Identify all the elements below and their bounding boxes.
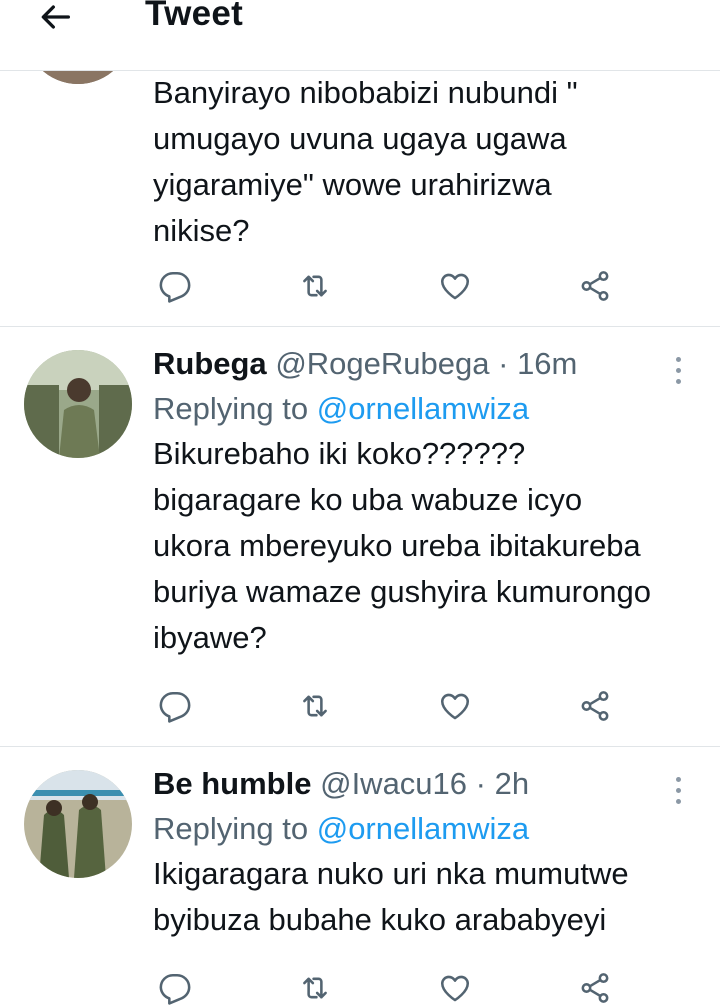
user-handle[interactable]: @RogeRubega [275,346,489,381]
share-icon [581,691,609,721]
separator: · [498,346,509,381]
retweet-icon [303,695,327,717]
like-button[interactable] [435,968,475,1008]
page-title: Tweet [145,0,244,33]
tweet-text: Ikigaragara nuko uri nka mumutwe byibuza… [153,856,629,937]
avatar[interactable] [24,770,132,878]
tweet-text: Banyirayo nibobabizi nubundi " umugayo u… [153,75,578,248]
user-handle[interactable]: @Iwacu16 [320,766,467,801]
retweet-icon [303,275,327,297]
back-button[interactable] [30,0,80,42]
heart-icon [440,273,470,300]
mention-link[interactable]: @ornellamwiza [317,391,529,426]
separator: · [475,766,486,801]
share-button[interactable] [575,266,615,306]
timestamp[interactable]: 2h [495,766,529,801]
display-name[interactable]: Rubega [153,346,267,381]
reply-icon [159,691,191,723]
reply-button[interactable] [155,266,195,306]
reply-icon [159,271,191,303]
tweet-actions [150,686,620,726]
tweet-actions [150,968,620,1008]
reply-button[interactable] [155,686,195,726]
share-icon [581,973,609,1003]
arrow-left-icon [41,5,70,29]
replying-to: Replying to @ornellamwiza [153,391,530,426]
replying-to: Replying to @ornellamwiza [153,811,530,846]
retweet-button[interactable] [295,686,335,726]
reply-icon [159,973,191,1005]
heart-icon [440,693,470,720]
top-bar: Tweet [0,0,720,71]
avatar[interactable] [24,350,132,458]
tweet-text: Bikurebaho iki koko?????? bigaragare ko … [153,436,651,655]
retweet-button[interactable] [295,968,335,1008]
like-button[interactable] [435,686,475,726]
heart-icon [440,975,470,1002]
tweet-actions [150,266,620,306]
reply-button[interactable] [155,968,195,1008]
share-icon [581,271,609,301]
timestamp[interactable]: 16m [517,346,577,381]
retweet-button[interactable] [295,266,335,306]
retweet-icon [303,977,327,999]
share-button[interactable] [575,686,615,726]
like-button[interactable] [435,266,475,306]
share-button[interactable] [575,968,615,1008]
mention-link[interactable]: @ornellamwiza [317,811,529,846]
tweet-item[interactable]: Be humble @Iwacu16 · 2h Replying to @orn… [0,746,720,1005]
display-name[interactable]: Be humble [153,766,311,801]
tweet-item[interactable]: Rubega @RogeRubega · 16m Replying to @or… [0,326,720,747]
